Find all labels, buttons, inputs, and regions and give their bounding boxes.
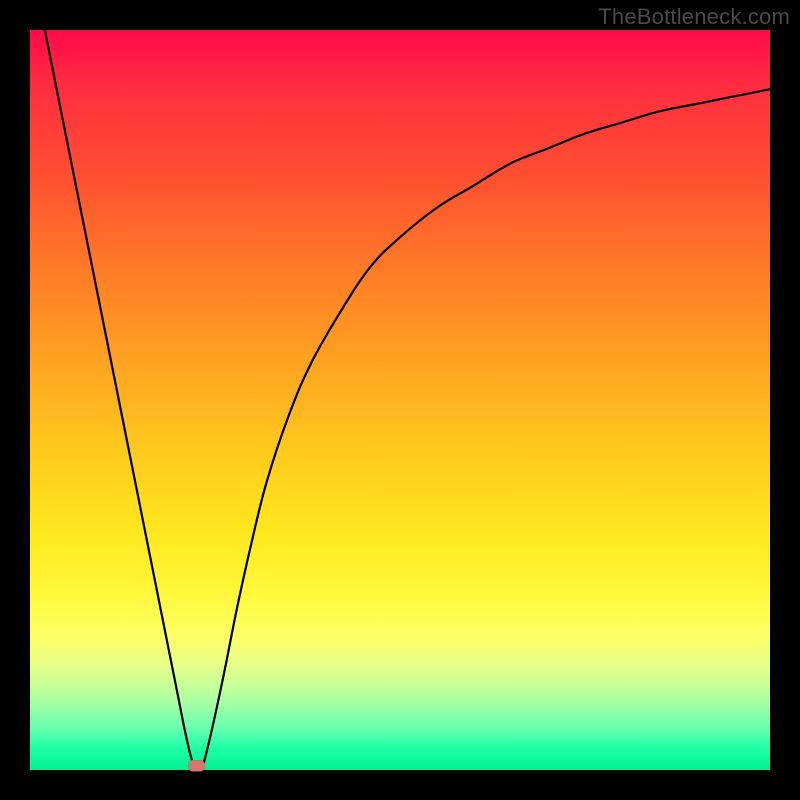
optimal-point-marker (189, 760, 205, 771)
bottleneck-curve (45, 30, 770, 771)
curve-svg (30, 30, 770, 770)
plot-area (30, 30, 770, 770)
watermark-label: TheBottleneck.com (598, 4, 790, 30)
chart-frame: TheBottleneck.com (0, 0, 800, 800)
